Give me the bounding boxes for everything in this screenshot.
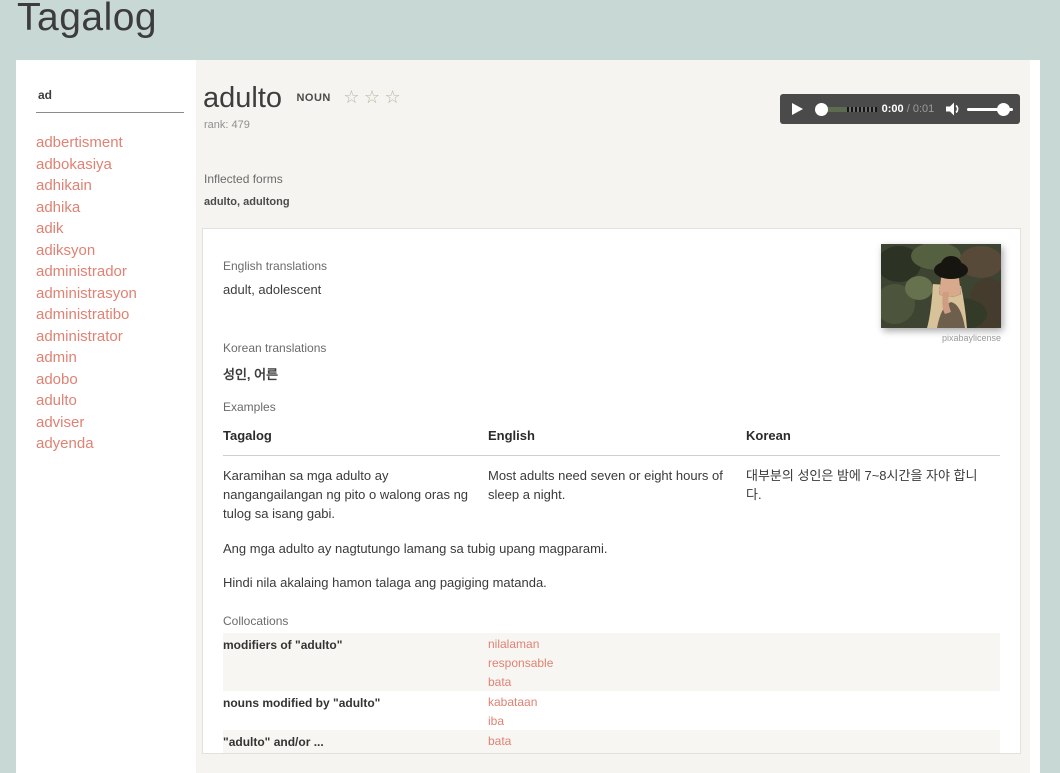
list-item: adhika	[36, 197, 137, 219]
time-display: 0:00 / 0:01	[882, 103, 935, 115]
inflected-forms-label: Inflected forms	[204, 172, 283, 186]
collocation-link[interactable]: responsable	[488, 653, 1000, 672]
collocation-link[interactable]: bata	[488, 672, 1000, 691]
sidebar-item-adobo[interactable]: adobo	[36, 371, 78, 388]
sidebar-item-adviser[interactable]: adviser	[36, 414, 84, 431]
collocation-type: nouns modified by "adulto"	[223, 691, 488, 730]
example-english: Most adults need seven or eight hours of…	[488, 456, 746, 529]
collocations-table: modifiers of "adulto" nilalaman responsa…	[223, 633, 1000, 753]
star-icon[interactable]: ☆	[385, 87, 401, 107]
collocation-type: modifiers of "adulto"	[223, 633, 488, 691]
collocation-link[interactable]: bata	[488, 731, 1000, 750]
examples-header-row: Tagalog English Korean	[223, 422, 1000, 456]
volume-slider[interactable]	[967, 103, 1010, 116]
headword-row: adulto NOUN ☆ ☆ ☆	[203, 82, 401, 115]
sidebar-item-adik[interactable]: adik	[36, 220, 64, 237]
table-row: Hindi nila akalaing hamon talaga ang pag…	[223, 563, 1000, 598]
list-item: admin	[36, 347, 137, 369]
example-tagalog: Ang mga adulto ay nagtutungo lamang sa t…	[223, 529, 1000, 564]
collocation-row: nouns modified by "adulto" kabataan iba	[223, 691, 1000, 730]
list-item: administrador	[36, 261, 137, 283]
sidebar-item-adiksyon[interactable]: adiksyon	[36, 242, 95, 259]
time-separator: /	[907, 103, 910, 115]
table-row: Karamihan sa mga adulto ay nangangailang…	[223, 456, 1000, 529]
speaker-icon[interactable]	[946, 102, 961, 116]
list-item: administratibo	[36, 304, 137, 326]
search-input[interactable]	[36, 84, 184, 113]
list-item: administrasyon	[36, 283, 137, 305]
collocation-row: modifiers of "adulto" nilalaman responsa…	[223, 633, 1000, 691]
current-time: 0:00	[882, 103, 904, 115]
part-of-speech-label: NOUN	[296, 92, 330, 104]
examples-label: Examples	[223, 400, 1000, 414]
entry-photo[interactable]	[881, 244, 1001, 328]
sidebar-item-adbertisment[interactable]: adbertisment	[36, 134, 123, 151]
play-button[interactable]	[792, 103, 803, 115]
collocation-link[interactable]: nilalaman	[488, 634, 1000, 653]
collocation-links: nilalaman responsable bata	[488, 633, 1000, 691]
table-row: Ang mga adulto ay nagtutungo lamang sa t…	[223, 529, 1000, 564]
list-item: adobo	[36, 369, 137, 391]
sidebar-item-administrasyon[interactable]: administrasyon	[36, 285, 137, 302]
example-tagalog: Hindi nila akalaing hamon talaga ang pag…	[223, 563, 1000, 598]
progress-slider[interactable]	[815, 102, 873, 116]
collocation-links: kabataan iba	[488, 691, 1000, 730]
column-header-english: English	[488, 422, 746, 456]
sidebar-item-administrator[interactable]: administrator	[36, 328, 123, 345]
example-tagalog: Karamihan sa mga adulto ay nangangailang…	[223, 456, 488, 529]
collocation-link[interactable]: iba	[488, 711, 1000, 730]
collocation-row: "adulto" and/or ... bata	[223, 730, 1000, 753]
column-header-korean: Korean	[746, 422, 1000, 456]
photo-box: pixabaylicense	[881, 244, 1001, 346]
list-item: adik	[36, 218, 137, 240]
sidebar-item-admin[interactable]: admin	[36, 349, 77, 366]
list-item: adyenda	[36, 433, 137, 455]
list-item: administrator	[36, 326, 137, 348]
page-title: Tagalog	[17, 0, 157, 40]
inflected-forms-value: adulto, adultong	[204, 196, 290, 208]
collocation-link[interactable]: kabataan	[488, 692, 1000, 711]
sidebar: adbertisment adbokasiya adhikain adhika …	[16, 60, 196, 773]
entry-main: adulto NOUN ☆ ☆ ☆ rank: 479 0:00 / 0:01	[196, 60, 1030, 773]
column-header-tagalog: Tagalog	[223, 422, 488, 456]
list-item: adhikain	[36, 175, 137, 197]
sidebar-item-adbokasiya[interactable]: adbokasiya	[36, 156, 112, 173]
progress-knob-icon[interactable]	[815, 103, 828, 116]
examples-table: Tagalog English Korean Karamihan sa mga …	[223, 422, 1000, 598]
star-icon[interactable]: ☆	[364, 87, 380, 107]
sidebar-item-adyenda[interactable]: adyenda	[36, 435, 94, 452]
collocations-label: Collocations	[223, 614, 1000, 628]
list-item: adbokasiya	[36, 154, 137, 176]
collocation-type: "adulto" and/or ...	[223, 730, 488, 753]
list-item: adiksyon	[36, 240, 137, 262]
word-list: adbertisment adbokasiya adhikain adhika …	[36, 132, 137, 455]
rank-label: rank: 479	[204, 119, 250, 131]
collocation-links: bata	[488, 730, 1000, 753]
rating-stars: ☆ ☆ ☆	[343, 90, 400, 107]
sidebar-item-adulto[interactable]: adulto	[36, 392, 77, 409]
photo-license-link[interactable]: pixabaylicense	[942, 333, 1001, 343]
star-icon[interactable]: ☆	[343, 87, 359, 107]
sidebar-item-adhikain[interactable]: adhikain	[36, 177, 92, 194]
audio-player: 0:00 / 0:01	[780, 94, 1020, 124]
sidebar-item-administrador[interactable]: administrador	[36, 263, 127, 280]
list-item: adviser	[36, 412, 137, 434]
duration: 0:01	[913, 103, 934, 115]
content-panel: adbertisment adbokasiya adhikain adhika …	[16, 60, 1040, 773]
sidebar-item-adhika[interactable]: adhika	[36, 199, 80, 216]
korean-translations-value: 성인, 어른	[223, 364, 1000, 383]
list-item: adulto	[36, 390, 137, 412]
sidebar-item-administratibo[interactable]: administratibo	[36, 306, 129, 323]
example-korean: 대부분의 성인은 밤에 7~8시간을 자야 합니다.	[746, 456, 1000, 529]
volume-knob-icon[interactable]	[997, 103, 1010, 116]
list-item: adbertisment	[36, 132, 137, 154]
headword: adulto	[203, 82, 282, 114]
entry-card: pixabaylicense English translations adul…	[202, 228, 1021, 754]
